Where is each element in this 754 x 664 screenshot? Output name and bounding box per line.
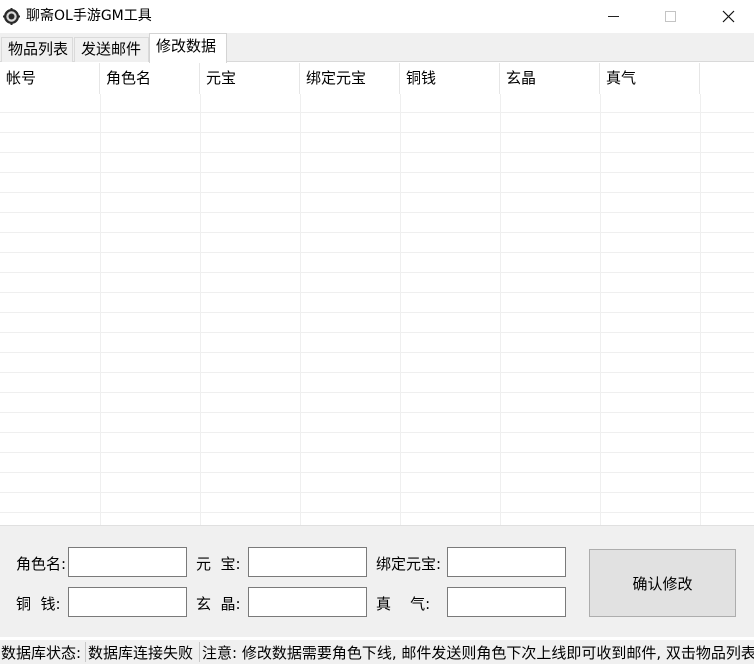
db-status-label: 数据库状态: [1,644,82,662]
grid-row-line [0,472,754,473]
grid-row-line [0,272,754,273]
grid-row-line [0,332,754,333]
status-separator [199,642,200,662]
column-header-xuanjing[interactable]: 玄晶 [500,63,600,94]
column-header-account[interactable]: 帐号 [0,63,100,94]
gear-icon [3,8,20,25]
grid-row-line [0,432,754,433]
grid-row-line [0,172,754,173]
grid-row-line [0,152,754,153]
grid-row-line [0,112,754,113]
role-name-label: 角色名: [16,555,67,573]
db-status-value: 数据库连接失败 [88,644,194,662]
grid-row-line [0,252,754,253]
bound-yuanbao-label: 绑定元宝: [376,555,442,573]
role-name-input[interactable] [68,547,187,577]
column-header-role-name[interactable]: 角色名 [100,63,200,94]
grid-column-line [700,94,701,525]
data-grid[interactable]: 帐号 角色名 元宝 绑定元宝 铜钱 玄晶 真气 [0,63,754,525]
zhenqi-label: 真 气: [376,595,431,613]
grid-row-line [0,132,754,133]
close-button[interactable] [704,0,752,33]
grid-row-line [0,312,754,313]
xuanjing-input[interactable] [248,587,367,617]
tab-modify-data[interactable]: 修改数据 [149,33,227,63]
column-header-copper[interactable]: 铜钱 [400,63,500,94]
grid-column-line [200,94,201,525]
grid-column-line [500,94,501,525]
grid-row-line [0,412,754,413]
yuanbao-label: 元 宝: [196,555,241,573]
confirm-modify-button[interactable]: 确认修改 [589,549,736,617]
status-note: 注意: 修改数据需要角色下线, 邮件发送则角色下次上线即可收到邮件, 双击物品列… [202,644,754,662]
grid-row-line [0,192,754,193]
minimize-icon [607,16,619,17]
window-title: 聊斋OL手游GM工具 [26,8,152,24]
grid-row-line [0,512,754,513]
grid-column-line [100,94,101,525]
column-header-yuanbao[interactable]: 元宝 [200,63,300,94]
status-separator [85,642,86,662]
minimize-button[interactable] [589,0,637,33]
title-bar: 聊斋OL手游GM工具 [0,0,754,33]
column-header-bound-yuanbao[interactable]: 绑定元宝 [300,63,400,94]
copper-input[interactable] [68,587,187,617]
grid-column-line [300,94,301,525]
grid-row-line [0,212,754,213]
bound-yuanbao-input[interactable] [447,547,566,577]
xuanjing-label: 玄 晶: [196,595,241,613]
grid-row-line [0,492,754,493]
grid-header: 帐号 角色名 元宝 绑定元宝 铜钱 玄晶 真气 [0,63,754,94]
maximize-button[interactable] [646,0,694,33]
grid-row-line [0,392,754,393]
maximize-icon [664,11,676,22]
zhenqi-input[interactable] [447,587,566,617]
grid-row-line [0,232,754,233]
grid-body [0,94,754,525]
grid-row-line [0,452,754,453]
copper-label: 铜 钱: [16,595,61,613]
grid-row-line [0,292,754,293]
close-icon [722,10,734,23]
grid-column-line [400,94,401,525]
yuanbao-input[interactable] [248,547,367,577]
status-bar: 数据库状态: 数据库连接失败 注意: 修改数据需要角色下线, 邮件发送则角色下次… [0,640,754,664]
grid-column-line [600,94,601,525]
grid-row-line [0,352,754,353]
tab-send-mail[interactable]: 发送邮件 [74,37,149,62]
tab-item-list[interactable]: 物品列表 [1,37,73,62]
column-header-zhenqi[interactable]: 真气 [600,63,700,94]
grid-row-line [0,372,754,373]
